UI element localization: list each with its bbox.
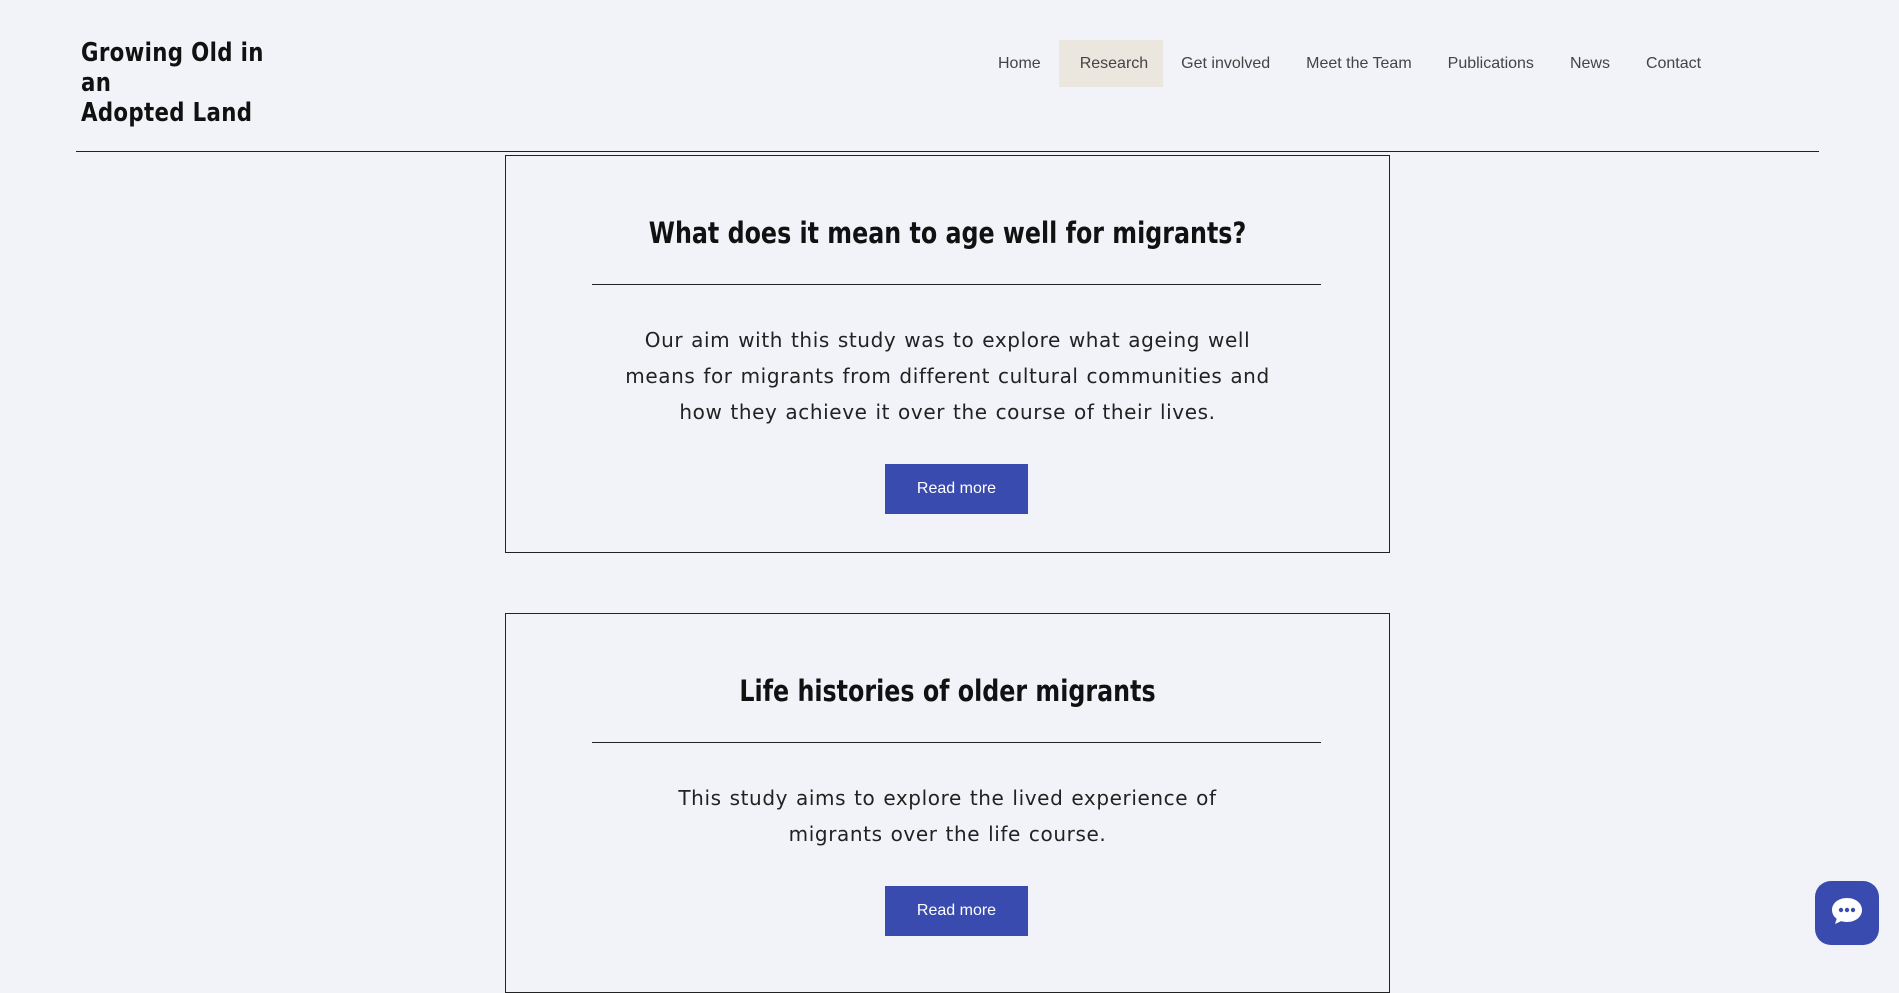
card-divider	[592, 284, 1321, 285]
read-more-button[interactable]: Read more	[885, 886, 1028, 936]
nav-item-get-involved[interactable]: Get involved	[1163, 40, 1288, 87]
study-description: Our aim with this study was to explore w…	[625, 328, 1270, 424]
main-nav: Home Research Get involved Meet the Team…	[980, 40, 1719, 87]
site-title[interactable]: Growing Old in an Adopted Land	[81, 38, 294, 128]
chat-button[interactable]	[1815, 881, 1879, 945]
nav-item-home[interactable]: Home	[980, 40, 1059, 87]
study-description: This study aims to explore the lived exp…	[678, 786, 1217, 846]
card-divider	[592, 742, 1321, 743]
nav-item-publications[interactable]: Publications	[1430, 40, 1552, 87]
site-title-line-2: Adopted Land	[81, 98, 253, 128]
nav-item-contact[interactable]: Contact	[1628, 40, 1719, 87]
study-title: What does it mean to age well for migran…	[648, 216, 1247, 250]
site-title-line-1: Growing Old in an	[81, 38, 264, 98]
study-title: Life histories of older migrants	[739, 674, 1156, 708]
read-more-button[interactable]: Read more	[885, 464, 1028, 514]
nav-item-news[interactable]: News	[1552, 40, 1628, 87]
nav-item-research[interactable]: Research	[1058, 40, 1164, 87]
study-card: What does it mean to age well for migran…	[505, 155, 1390, 553]
study-card: Life histories of older migrants This st…	[505, 613, 1390, 993]
header-divider	[76, 151, 1819, 152]
nav-item-meet-the-team[interactable]: Meet the Team	[1288, 40, 1430, 87]
chat-bubble-icon	[1830, 896, 1864, 931]
